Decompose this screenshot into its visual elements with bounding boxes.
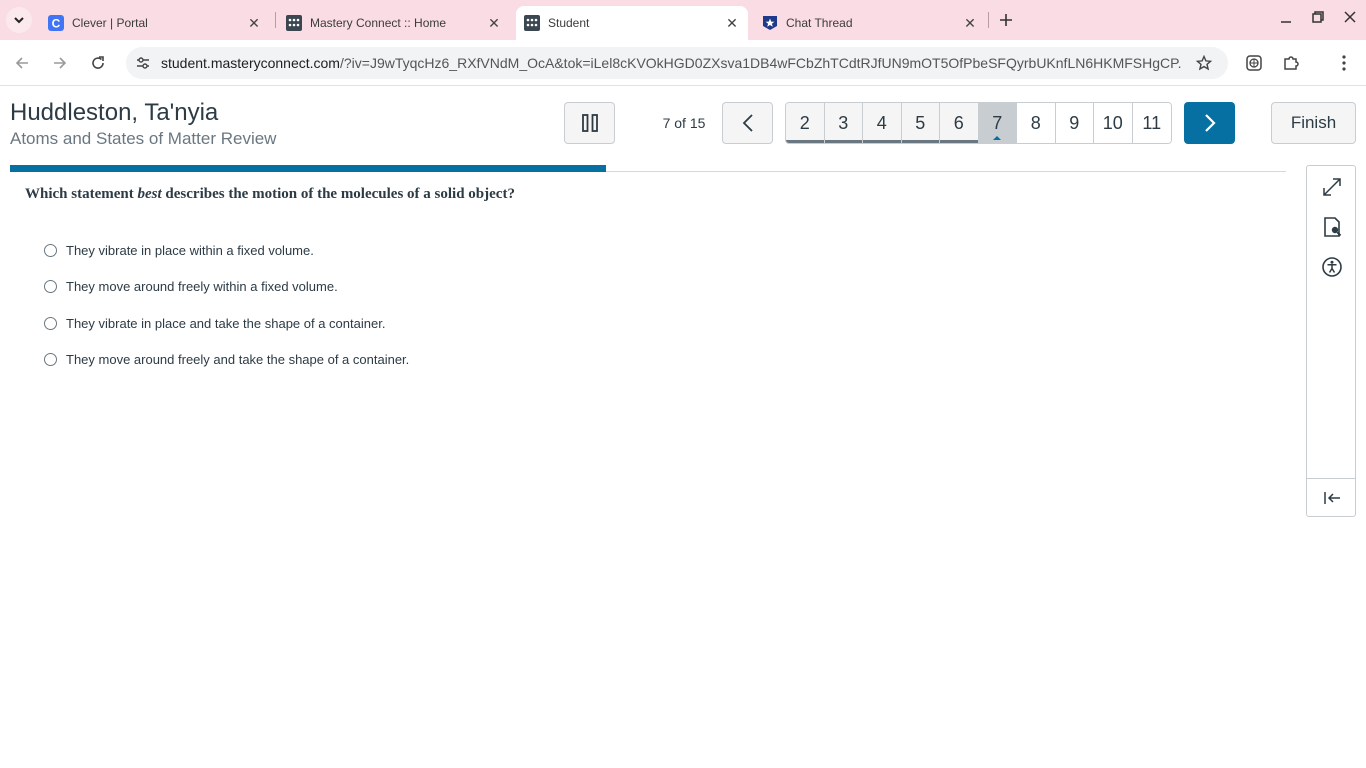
tab-divider bbox=[988, 12, 989, 28]
answer-choice-label: They vibrate in place within a fixed vol… bbox=[66, 242, 314, 258]
radio-button[interactable] bbox=[44, 279, 57, 293]
restore-button[interactable] bbox=[1307, 6, 1329, 28]
assessment-header: Huddleston, Ta'nyia Atoms and States of … bbox=[0, 87, 1366, 167]
mastery-connect-icon bbox=[286, 15, 302, 31]
question-position: 7 of 15 bbox=[662, 115, 706, 131]
reload-button[interactable] bbox=[86, 51, 110, 75]
tab-clever-portal[interactable]: C Clever | Portal ✕ bbox=[40, 6, 270, 40]
tab-title: Student bbox=[548, 16, 590, 30]
plus-icon bbox=[1000, 14, 1012, 26]
more-menu-icon[interactable] bbox=[1333, 52, 1355, 74]
close-icon bbox=[1344, 11, 1356, 23]
answer-choice-label: They vibrate in place and take the shape… bbox=[66, 315, 386, 331]
assessment-title: Atoms and States of Matter Review bbox=[10, 129, 277, 148]
tab-search-button[interactable] bbox=[6, 7, 32, 33]
previous-question-button[interactable] bbox=[722, 102, 773, 144]
radio-button[interactable] bbox=[44, 243, 57, 257]
question-text: Which statement best describes the motio… bbox=[25, 186, 515, 203]
tab-divider bbox=[275, 12, 276, 28]
next-question-button[interactable] bbox=[1184, 102, 1235, 144]
extensions-puzzle-icon[interactable] bbox=[1280, 52, 1302, 74]
address-bar[interactable]: student.masteryconnect.com/?iv=J9wTyqcHz… bbox=[126, 47, 1228, 79]
finish-button[interactable]: Finish bbox=[1271, 102, 1356, 144]
question-emphasis: best bbox=[137, 186, 162, 202]
radio-button[interactable] bbox=[44, 316, 57, 330]
radio-button[interactable] bbox=[44, 352, 57, 366]
answer-choice-label: They move around freely within a fixed v… bbox=[66, 278, 338, 294]
tab-title: Clever | Portal bbox=[72, 16, 148, 30]
tab-chat-thread[interactable]: Chat Thread ✕ bbox=[754, 6, 986, 40]
answer-choice-3[interactable]: They vibrate in place and take the shape… bbox=[44, 313, 385, 333]
pause-icon bbox=[581, 114, 598, 132]
svg-text:C: C bbox=[52, 17, 61, 31]
question-navigator: 2 3 4 5 6 7 8 9 10 11 bbox=[785, 102, 1172, 144]
forward-button[interactable] bbox=[48, 51, 72, 75]
question-nav-item[interactable]: 9 bbox=[1055, 103, 1094, 143]
tools-panel bbox=[1306, 165, 1356, 517]
question-nav-item[interactable]: 11 bbox=[1132, 103, 1171, 143]
tools-divider bbox=[1307, 478, 1355, 479]
question-nav-item[interactable]: 8 bbox=[1017, 103, 1056, 143]
chevron-right-icon bbox=[1204, 114, 1216, 132]
close-icon[interactable]: ✕ bbox=[484, 13, 504, 33]
browser-toolbar: student.masteryconnect.com/?iv=J9wTyqcHz… bbox=[0, 40, 1366, 86]
browser-tab-bar: C Clever | Portal ✕ Mastery Connect :: H… bbox=[0, 0, 1366, 40]
chevron-left-icon bbox=[742, 114, 753, 132]
answer-choice-2[interactable]: They move around freely within a fixed v… bbox=[44, 276, 338, 296]
progress-bar-fill bbox=[10, 165, 606, 172]
clever-icon: C bbox=[48, 15, 64, 31]
answer-choice-1[interactable]: They vibrate in place within a fixed vol… bbox=[44, 240, 314, 260]
extension-icon[interactable] bbox=[1243, 52, 1265, 74]
question-nav-item[interactable]: 10 bbox=[1094, 103, 1133, 143]
reload-icon bbox=[92, 56, 104, 69]
tab-title: Chat Thread bbox=[786, 16, 853, 30]
tab-title: Mastery Connect :: Home bbox=[310, 16, 447, 30]
question-suffix: describes the motion of the molecules of… bbox=[161, 186, 515, 202]
bookmark-star-icon[interactable] bbox=[1194, 53, 1214, 73]
close-window-button[interactable] bbox=[1339, 6, 1361, 28]
site-info-icon[interactable] bbox=[134, 54, 152, 72]
document-search-icon[interactable] bbox=[1320, 215, 1344, 239]
url-path: /?iv=J9wTyqcHz6_RXfVNdM_OcA&tok=iLel8cKV… bbox=[339, 55, 1181, 71]
close-icon[interactable]: ✕ bbox=[722, 13, 742, 33]
question-nav-item[interactable]: 2 bbox=[786, 103, 825, 143]
question-nav-item[interactable]: 7 bbox=[978, 103, 1017, 143]
minimize-icon bbox=[1281, 21, 1291, 23]
expand-icon[interactable] bbox=[1320, 175, 1344, 199]
pause-button[interactable] bbox=[564, 102, 615, 144]
question-prefix: Which statement bbox=[25, 186, 138, 202]
mastery-connect-icon bbox=[524, 15, 540, 31]
progress-bar bbox=[10, 165, 1286, 172]
tab-mastery-connect-home[interactable]: Mastery Connect :: Home ✕ bbox=[278, 6, 510, 40]
close-icon[interactable]: ✕ bbox=[960, 13, 980, 33]
star-badge-icon bbox=[762, 15, 778, 31]
arrow-right-icon bbox=[54, 57, 67, 69]
tab-student[interactable]: Student ✕ bbox=[516, 6, 748, 40]
close-icon[interactable]: ✕ bbox=[244, 13, 264, 33]
current-indicator-caret bbox=[993, 136, 1002, 140]
url-text: student.masteryconnect.com/?iv=J9wTyqcHz… bbox=[161, 55, 1181, 71]
accessibility-icon[interactable] bbox=[1320, 255, 1344, 279]
url-host: student.masteryconnect.com bbox=[161, 55, 340, 71]
answer-choice-4[interactable]: They move around freely and take the sha… bbox=[44, 349, 409, 369]
answer-choice-label: They move around freely and take the sha… bbox=[66, 351, 410, 367]
question-nav-item[interactable]: 6 bbox=[940, 103, 979, 143]
student-name: Huddleston, Ta'nyia bbox=[10, 99, 219, 126]
new-tab-button[interactable] bbox=[995, 9, 1017, 31]
collapse-panel-icon[interactable] bbox=[1320, 486, 1344, 510]
question-nav-item[interactable]: 4 bbox=[863, 103, 902, 143]
minimize-button[interactable] bbox=[1275, 8, 1297, 30]
restore-icon bbox=[1312, 11, 1324, 23]
question-nav-item[interactable]: 3 bbox=[824, 103, 863, 143]
back-button[interactable] bbox=[10, 51, 34, 75]
question-nav-item[interactable]: 5 bbox=[901, 103, 940, 143]
chevron-down-icon bbox=[14, 17, 24, 24]
arrow-left-icon bbox=[15, 57, 28, 69]
